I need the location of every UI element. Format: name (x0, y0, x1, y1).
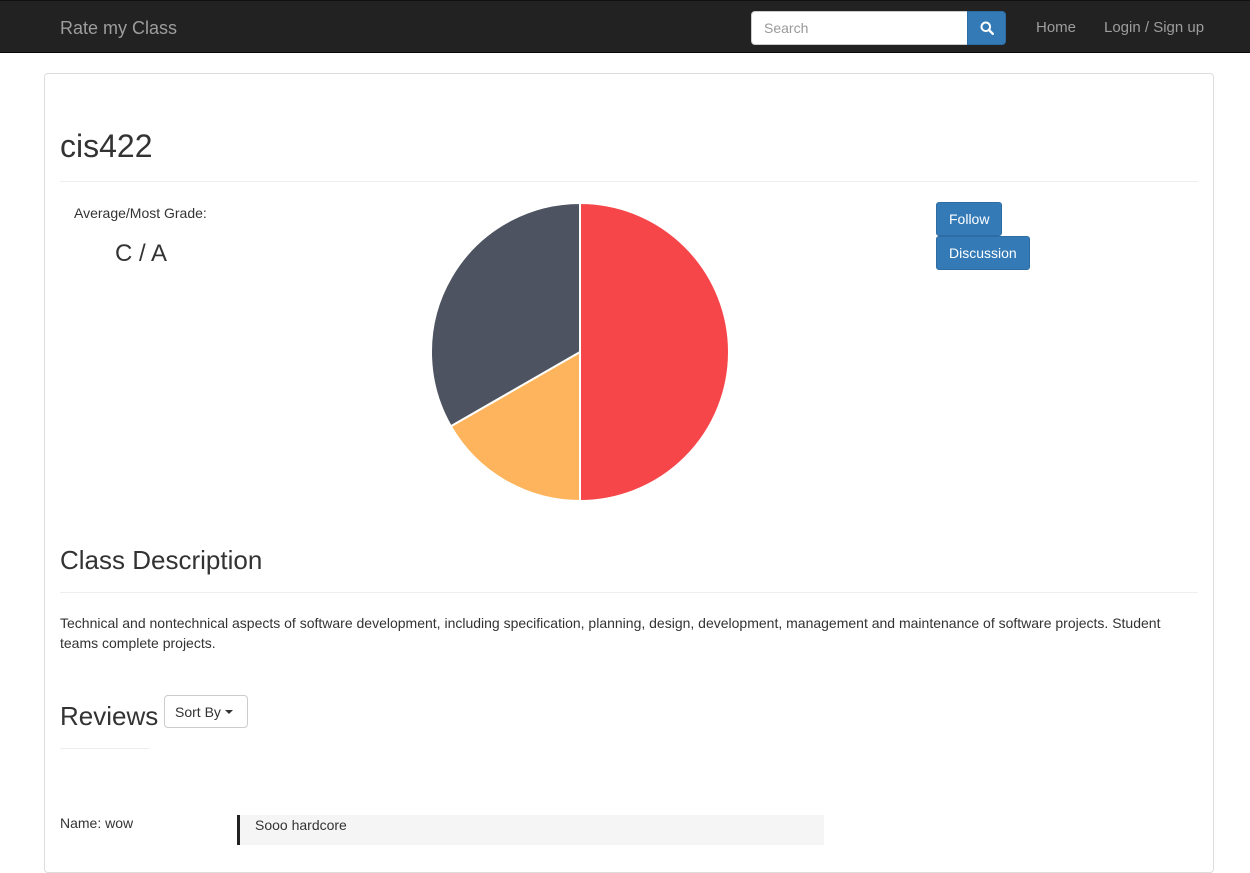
search-input[interactable] (751, 11, 967, 45)
nav-home-link[interactable]: Home (1036, 19, 1076, 36)
search-button[interactable] (967, 11, 1006, 45)
course-title: cis422 (60, 128, 153, 164)
review-author: Name: wow (60, 815, 134, 831)
discussion-button[interactable]: Discussion (936, 236, 1030, 270)
nav-login-signup-link[interactable]: Login / Sign up (1104, 19, 1204, 36)
grade-distribution-pie-chart (430, 201, 730, 503)
top-navbar: Rate my Class Home Login / Sign up (0, 0, 1250, 53)
review-text: Sooo hardcore (237, 815, 824, 845)
class-description-heading: Class Description (60, 545, 263, 575)
brand-link[interactable]: Rate my Class (60, 18, 177, 39)
search-icon (980, 21, 994, 35)
reviews-heading: Reviews (60, 701, 159, 731)
pie-slice-0[interactable] (579, 201, 730, 503)
sort-by-label: Sort By (175, 703, 221, 720)
grade-value: C / A (115, 240, 168, 267)
search-form (751, 11, 1006, 45)
sort-by-dropdown[interactable]: Sort By (164, 695, 248, 728)
reviews-divider (60, 748, 149, 749)
class-description-text: Technical and nontechnical aspects of so… (60, 615, 1161, 651)
caret-down-icon (224, 709, 233, 714)
title-divider (60, 181, 1198, 182)
description-divider (60, 592, 1198, 593)
follow-button[interactable]: Follow (936, 202, 1003, 236)
grade-label: Average/Most Grade: (74, 205, 207, 221)
